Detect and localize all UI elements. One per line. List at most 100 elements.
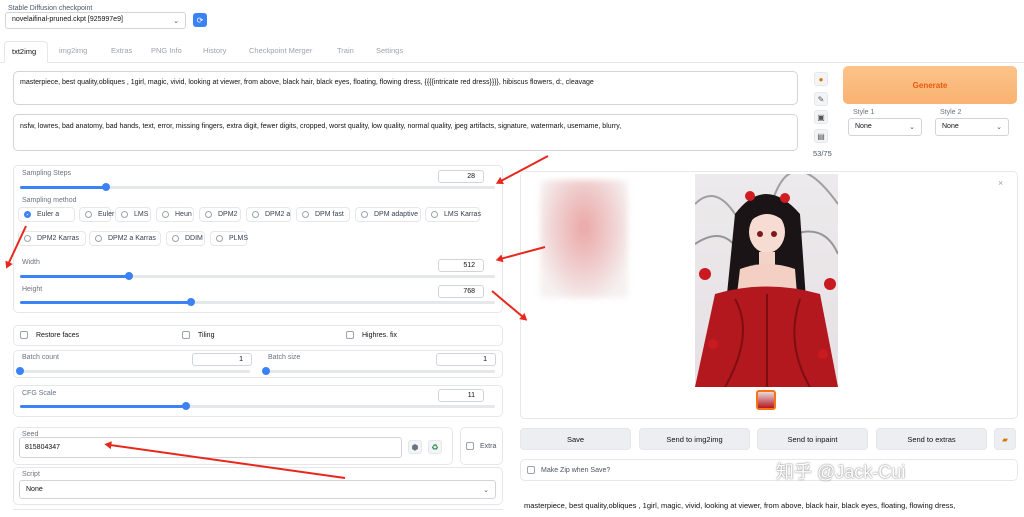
- sampling-option-label: PLMS: [229, 235, 249, 242]
- slider-thumb[interactable]: [187, 298, 195, 306]
- refresh-icon[interactable]: ⟳: [193, 13, 207, 27]
- batch-size-input[interactable]: 1: [436, 353, 496, 366]
- sampling-option-dpm-fast[interactable]: DPM fast: [296, 207, 350, 222]
- folder-icon[interactable]: ▰: [994, 428, 1016, 450]
- seed-input[interactable]: 815804347: [19, 437, 402, 458]
- make-zip-label: Make Zip when Save?: [541, 466, 611, 474]
- slider-fill: [20, 186, 106, 189]
- tab-history[interactable]: History: [203, 46, 226, 55]
- sampling-steps-slider[interactable]: [20, 183, 495, 191]
- style2-value: None: [942, 123, 959, 130]
- script-select[interactable]: None ⌄: [19, 480, 496, 499]
- height-slider[interactable]: [20, 298, 495, 306]
- batch-count-input[interactable]: 1: [192, 353, 252, 366]
- tab-png-info[interactable]: PNG Info: [151, 46, 182, 55]
- tab-txt2img[interactable]: txt2img: [4, 41, 48, 63]
- radio-icon: [85, 211, 92, 218]
- palette-icon[interactable]: ●: [814, 72, 828, 86]
- sampling-option-dpm-adaptive[interactable]: DPM adaptive: [355, 207, 421, 222]
- slider-fill: [20, 275, 130, 278]
- style2-select[interactable]: None ⌄: [935, 118, 1009, 136]
- batch-size-slider[interactable]: [262, 367, 495, 375]
- radio-icon: [205, 211, 212, 218]
- tab-img2img[interactable]: img2img: [59, 46, 87, 55]
- sampling-option-euler[interactable]: Euler: [79, 207, 114, 222]
- sampling-option-euler-a[interactable]: Euler a: [18, 207, 75, 222]
- sampling-option-dpm2-a[interactable]: DPM2 a: [246, 207, 291, 222]
- send-to-extras-button[interactable]: Send to extras: [876, 428, 987, 450]
- highres-fix-label: Highres. fix: [362, 331, 398, 339]
- generate-button[interactable]: Generate: [843, 66, 1017, 104]
- highres-fix-checkbox[interactable]: Highres. fix: [346, 331, 397, 339]
- panel-edge: [13, 509, 503, 517]
- sampling-option-label: DPM2 a: [265, 211, 291, 218]
- radio-icon: [162, 211, 169, 218]
- generation-info-text: masterpiece, best quality,obliques , 1gi…: [524, 501, 956, 510]
- generated-image[interactable]: [695, 174, 838, 387]
- send-to-inpaint-button[interactable]: Send to inpaint: [757, 428, 868, 450]
- checkpoint-select[interactable]: novelaifinal-pruned.ckpt [925997e9] ⌄: [5, 12, 186, 29]
- sampling-option-heun[interactable]: Heun: [156, 207, 194, 222]
- restore-faces-checkbox[interactable]: Restore faces: [20, 331, 79, 339]
- height-label: Height: [22, 286, 43, 293]
- batch-count-slider[interactable]: [16, 367, 250, 375]
- radio-icon: [302, 211, 309, 218]
- width-input[interactable]: 512: [438, 259, 484, 272]
- cfg-scale-input[interactable]: 11: [438, 389, 484, 402]
- gallery-thumbnail[interactable]: [756, 390, 776, 410]
- sampling-option-lms[interactable]: LMS: [115, 207, 151, 222]
- radio-icon: [24, 235, 31, 242]
- sampling-option-dpm2-a-karras[interactable]: DPM2 a Karras: [89, 231, 161, 246]
- send-to-img2img-button[interactable]: Send to img2img: [639, 428, 750, 450]
- recycle-icon[interactable]: ♻: [428, 440, 442, 454]
- watermark: 知乎 @Jack-Cui: [776, 462, 906, 482]
- sampling-option-label: LMS: [134, 211, 149, 218]
- batch-count-label: Batch count: [22, 354, 59, 361]
- close-icon[interactable]: ×: [998, 178, 1003, 188]
- sampling-option-dpm2[interactable]: DPM2: [199, 207, 241, 222]
- radio-icon: [95, 235, 102, 242]
- pencil-icon[interactable]: ✎: [814, 92, 828, 106]
- height-input[interactable]: 768: [438, 285, 484, 298]
- checkpoint-value: novelaifinal-pruned.ckpt [925997e9]: [12, 16, 123, 23]
- sampling-option-label: LMS Karras: [444, 211, 481, 218]
- radio-icon: [216, 235, 223, 242]
- sampling-option-ddim[interactable]: DDIM: [166, 231, 205, 246]
- checkpoint-label: Stable Diffusion checkpoint: [8, 5, 93, 12]
- prompt-input[interactable]: masterpiece, best quality,obliques , 1gi…: [13, 71, 798, 105]
- sampling-option-label: Euler a: [37, 211, 60, 218]
- sampling-option-lms-karras[interactable]: LMS Karras: [425, 207, 481, 222]
- sampling-option-label: Heun: [175, 211, 192, 218]
- extra-checkbox[interactable]: Extra: [466, 442, 496, 450]
- save-button[interactable]: Save: [520, 428, 631, 450]
- tab-extras[interactable]: Extras: [111, 46, 132, 55]
- width-slider[interactable]: [20, 272, 495, 280]
- cfg-scale-slider[interactable]: [20, 402, 495, 410]
- checkbox-icon: [346, 331, 354, 339]
- make-zip-checkbox[interactable]: Make Zip when Save?: [527, 466, 610, 474]
- radio-icon: [24, 211, 31, 218]
- style1-select[interactable]: None ⌄: [848, 118, 922, 136]
- slider-thumb[interactable]: [101, 183, 110, 191]
- sampling-option-label: DPM fast: [315, 211, 344, 218]
- sampling-option-label: DPM2 a Karras: [108, 235, 156, 242]
- tab-train[interactable]: Train: [337, 46, 354, 55]
- checkbox-icon: [182, 331, 190, 339]
- slider-thumb[interactable]: [262, 367, 270, 375]
- sampling-steps-input[interactable]: 28: [438, 170, 484, 183]
- extra-label: Extra: [480, 442, 497, 450]
- tab-checkpoint-merger[interactable]: Checkpoint Merger: [249, 46, 312, 55]
- sampling-option-dpm2-karras[interactable]: DPM2 Karras: [18, 231, 86, 246]
- sampling-option-label: DPM2 Karras: [37, 235, 80, 242]
- tab-settings[interactable]: Settings: [376, 46, 403, 55]
- radio-icon: [361, 211, 368, 218]
- style1-label: Style 1: [853, 109, 875, 116]
- radio-icon: [172, 235, 179, 242]
- save-style-icon[interactable]: ▣: [814, 110, 828, 124]
- dice-icon[interactable]: ⬢: [408, 440, 422, 454]
- clipboard-icon[interactable]: ▤: [814, 129, 828, 143]
- slider-thumb[interactable]: [16, 367, 24, 375]
- sampling-option-plms[interactable]: PLMS: [210, 231, 249, 246]
- negative-prompt-input[interactable]: nsfw, lowres, bad anatomy, bad hands, te…: [13, 114, 798, 151]
- tiling-checkbox[interactable]: Tiling: [182, 331, 214, 339]
